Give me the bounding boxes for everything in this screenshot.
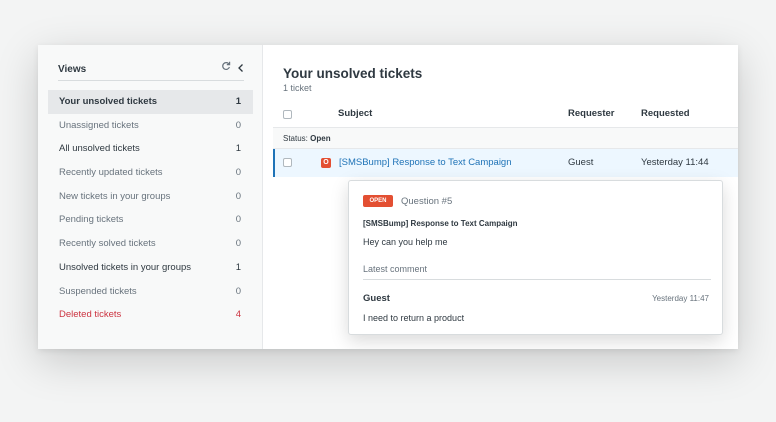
ticket-list-panel: Your unsolved tickets 1 ticket Subject R… bbox=[263, 45, 738, 349]
sidebar-item-count: 0 bbox=[235, 190, 241, 202]
ticket-preview-card: OPEN Question #5 [SMSBump] Response to T… bbox=[348, 180, 723, 335]
page-title: Your unsolved tickets bbox=[283, 66, 423, 81]
ticket-subject-link[interactable]: [SMSBump] Response to Text Campaign bbox=[339, 157, 512, 168]
sidebar-item-your-unsolved-tickets[interactable]: Your unsolved tickets 1 bbox=[48, 90, 253, 114]
status-badge: O bbox=[321, 157, 331, 168]
views-header: Views bbox=[58, 59, 244, 81]
sidebar-item-label: Unassigned tickets bbox=[59, 119, 139, 131]
sidebar-item-count: 4 bbox=[235, 309, 241, 321]
sidebar-item-label: All unsolved tickets bbox=[59, 143, 140, 155]
sidebar-item-unassigned-tickets[interactable]: Unassigned tickets 0 bbox=[48, 114, 253, 138]
sidebar-item-count: 0 bbox=[235, 285, 241, 297]
sidebar-item-label: Suspended tickets bbox=[59, 285, 137, 297]
sidebar-item-label: Deleted tickets bbox=[59, 309, 122, 321]
sidebar-item-deleted-tickets[interactable]: Deleted tickets 4 bbox=[48, 303, 253, 327]
open-status-badge: OPEN bbox=[363, 195, 393, 207]
ticket-requested: Yesterday 11:44 bbox=[641, 157, 709, 168]
sidebar-item-suspended-tickets[interactable]: Suspended tickets 0 bbox=[48, 280, 253, 304]
latest-comment-label: Latest comment bbox=[363, 264, 711, 280]
sidebar-item-count: 0 bbox=[235, 214, 241, 226]
sidebar-item-label: Pending tickets bbox=[59, 214, 124, 226]
sidebar-item-pending-tickets[interactable]: Pending tickets 0 bbox=[48, 208, 253, 232]
ticket-row-checkbox[interactable] bbox=[283, 158, 292, 167]
comment-author: Guest bbox=[363, 293, 390, 304]
status-group-label: Status: bbox=[283, 134, 308, 143]
ticket-requester: Guest bbox=[568, 157, 594, 168]
column-header-subject[interactable]: Subject bbox=[338, 108, 372, 119]
table-row[interactable]: O [SMSBump] Response to Text Campaign Gu… bbox=[273, 149, 738, 177]
views-list: Your unsolved tickets 1 Unassigned tickets… bbox=[48, 90, 253, 327]
sidebar-item-label: Recently updated tickets bbox=[59, 167, 163, 179]
card-subject: [SMSBump] Response to Text Campaign bbox=[363, 219, 518, 228]
ticket-number: Question #5 bbox=[401, 196, 453, 207]
status-group-header: Status: Open bbox=[273, 127, 738, 149]
status-group-value: Open bbox=[310, 134, 331, 143]
views-sidebar: Views Your unsolved tickets 1 Unassigned t… bbox=[38, 45, 263, 349]
views-title: Views bbox=[58, 64, 87, 75]
ticket-count: 1 ticket bbox=[283, 83, 312, 93]
sidebar-item-count: 0 bbox=[235, 167, 241, 179]
select-all-checkbox[interactable] bbox=[283, 110, 292, 119]
sidebar-item-new-tickets-in-your-groups[interactable]: New tickets in your groups 0 bbox=[48, 185, 253, 209]
sidebar-item-count: 1 bbox=[235, 96, 241, 107]
sidebar-item-unsolved-tickets-in-your-groups[interactable]: Unsolved tickets in your groups 1 bbox=[48, 256, 253, 280]
sidebar-item-count: 0 bbox=[235, 119, 241, 131]
comment-body: I need to return a product bbox=[363, 313, 465, 323]
sidebar-item-label: Unsolved tickets in your groups bbox=[59, 261, 192, 273]
sidebar-item-recently-updated-tickets[interactable]: Recently updated tickets 0 bbox=[48, 161, 253, 185]
sidebar-item-recently-solved-tickets[interactable]: Recently solved tickets 0 bbox=[48, 232, 253, 256]
sidebar-item-all-unsolved-tickets[interactable]: All unsolved tickets 1 bbox=[48, 137, 253, 161]
card-description: Hey can you help me bbox=[363, 237, 448, 247]
column-header-requested[interactable]: Requested bbox=[641, 108, 690, 119]
sidebar-item-count: 0 bbox=[235, 238, 241, 250]
sidebar-item-label: New tickets in your groups bbox=[59, 190, 171, 202]
refresh-icon[interactable] bbox=[221, 61, 231, 71]
sidebar-item-count: 1 bbox=[235, 261, 241, 273]
column-header-requester[interactable]: Requester bbox=[568, 108, 614, 119]
sidebar-item-label: Your unsolved tickets bbox=[59, 96, 158, 107]
sidebar-item-count: 1 bbox=[235, 143, 241, 155]
chevron-left-icon[interactable] bbox=[236, 63, 246, 73]
sidebar-item-label: Recently solved tickets bbox=[59, 238, 156, 250]
comment-timestamp: Yesterday 11:47 bbox=[652, 294, 709, 303]
app-window: Views Your unsolved tickets 1 Unassigned t… bbox=[38, 45, 738, 349]
